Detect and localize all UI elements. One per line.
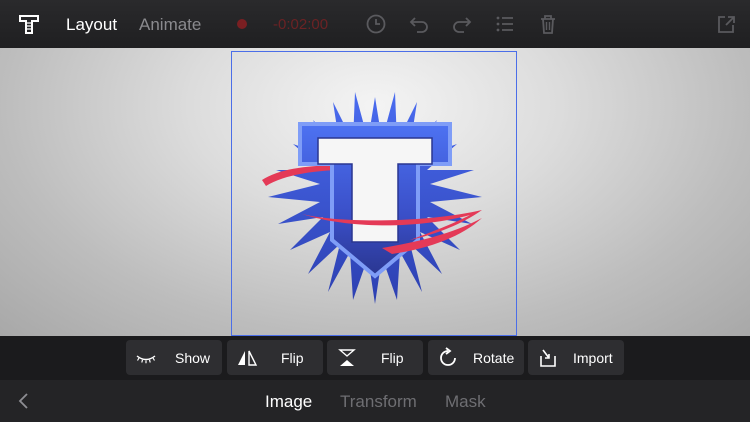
redo-icon[interactable]: [451, 13, 473, 35]
flip-horizontal-icon: [238, 350, 258, 366]
undo-icon[interactable]: [408, 13, 430, 35]
tab-layout[interactable]: Layout: [66, 15, 117, 35]
record-icon[interactable]: [237, 19, 247, 29]
flip-horizontal-button[interactable]: Flip: [227, 340, 323, 375]
selected-image[interactable]: [231, 51, 517, 336]
rotate-icon: [440, 347, 456, 366]
rotate-button[interactable]: Rotate: [428, 340, 524, 375]
bottom-bar: Image Transform Mask: [0, 380, 750, 422]
tab-transform[interactable]: Transform: [340, 392, 417, 412]
import-button[interactable]: Import: [528, 340, 624, 375]
flip-horizontal-label: Flip: [281, 350, 304, 366]
app-logo-icon[interactable]: [18, 13, 40, 35]
timecode: -0:02:00: [273, 16, 329, 33]
import-icon: [540, 349, 556, 367]
tab-mask[interactable]: Mask: [445, 392, 486, 412]
trash-icon[interactable]: [537, 13, 559, 35]
flip-vertical-icon: [338, 349, 356, 366]
import-label: Import: [573, 350, 613, 366]
show-button[interactable]: Show: [126, 340, 222, 375]
image-toolbar: Show Flip Flip Rotate Import: [0, 336, 750, 380]
show-label: Show: [175, 350, 211, 366]
flip-vertical-button[interactable]: Flip: [327, 340, 423, 375]
clock-icon[interactable]: [365, 13, 387, 35]
flip-vertical-label: Flip: [381, 350, 404, 366]
share-icon[interactable]: [715, 13, 737, 35]
canvas-area[interactable]: [0, 48, 750, 336]
tab-animate[interactable]: Animate: [139, 15, 201, 35]
eye-closed-icon: [136, 355, 156, 364]
top-bar: Layout Animate -0:02:00: [0, 0, 750, 48]
chevron-left-icon[interactable]: [14, 391, 34, 411]
tab-image[interactable]: Image: [265, 392, 312, 412]
list-icon[interactable]: [494, 13, 516, 35]
rotate-label: Rotate: [473, 350, 515, 366]
t-logo-image: [262, 92, 482, 304]
